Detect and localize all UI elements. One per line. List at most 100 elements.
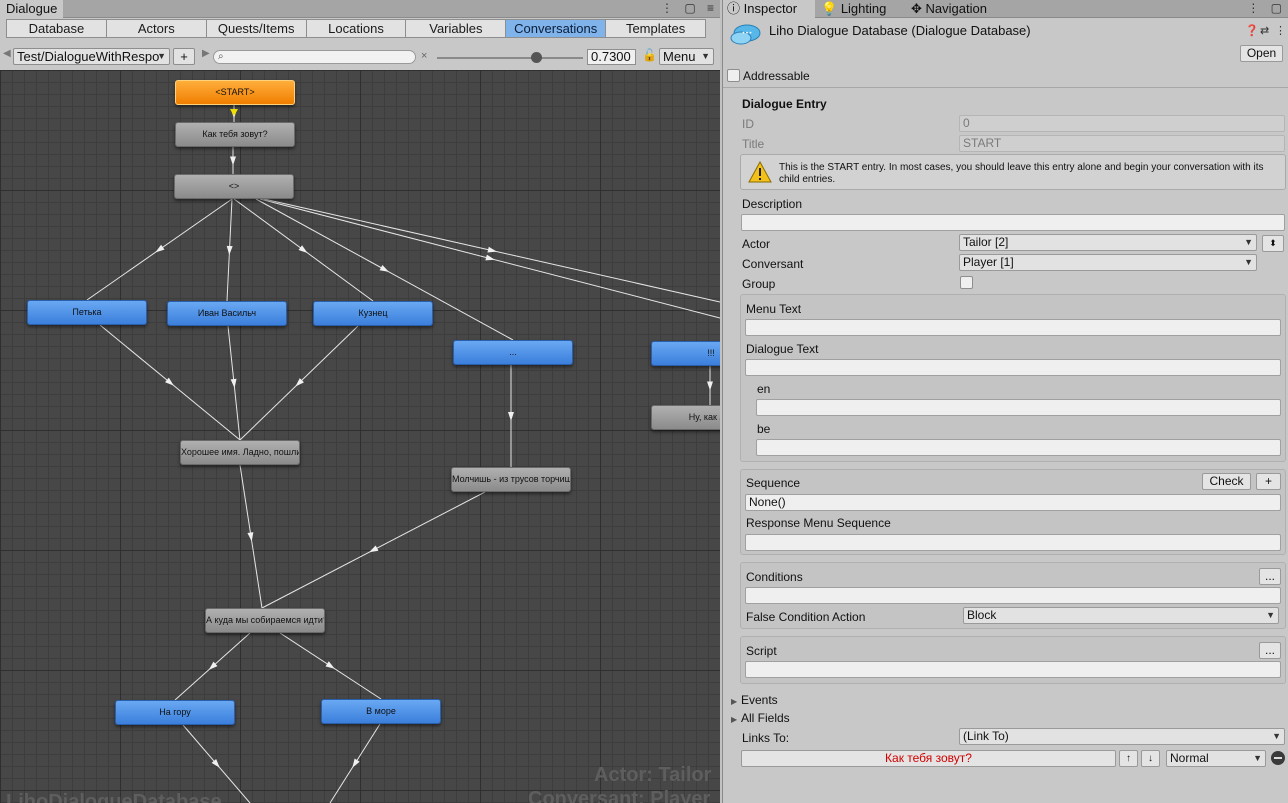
- node-ellipsis[interactable]: ...: [453, 340, 573, 365]
- group-label: Group: [742, 277, 776, 291]
- lang-be-field[interactable]: [756, 439, 1281, 456]
- tab-inspector-label: Inspector: [743, 1, 798, 16]
- tab-variables[interactable]: Variables: [406, 20, 507, 37]
- link-arrow-icon: [485, 254, 495, 261]
- node-sea[interactable]: В море: [321, 699, 441, 724]
- node-kuznets[interactable]: Кузнец: [313, 301, 433, 326]
- add-sequence-button[interactable]: +: [1256, 473, 1281, 490]
- node-group[interactable]: <>: [174, 174, 294, 199]
- inspector-tabbar: ⓘ Inspector 💡 Lighting ✥ Navigation ⋮ ▢: [723, 0, 1288, 18]
- lang-en-field[interactable]: [756, 399, 1281, 416]
- link-entry-button[interactable]: Как тебя зовут?: [741, 750, 1116, 767]
- zoom-field[interactable]: 0.7300: [587, 49, 636, 65]
- tab-database[interactable]: Database: [7, 20, 107, 37]
- node-start[interactable]: <START>: [175, 80, 295, 105]
- group-checkbox[interactable]: [960, 276, 973, 289]
- arrow-up-icon: ↑: [1126, 753, 1131, 764]
- updown-arrows-icon: ⬍: [1269, 238, 1277, 248]
- script-wizard-button[interactable]: ...: [1259, 642, 1281, 659]
- menu-dropdown[interactable]: Menu ▼: [659, 48, 714, 65]
- info-icon: ⓘ: [727, 1, 741, 16]
- inspector-window-controls[interactable]: ⋮ ▢: [1247, 1, 1286, 15]
- actor-swap-button[interactable]: ⬍: [1262, 235, 1284, 252]
- node-ask-name[interactable]: Как тебя зовут?: [175, 122, 295, 147]
- tab-lighting-label: Lighting: [840, 1, 887, 16]
- menu-text-label: Menu Text: [746, 302, 802, 316]
- tab-conversations[interactable]: Conversations: [506, 20, 607, 37]
- link-arrow-icon: [508, 411, 514, 421]
- lock-icon[interactable]: 🔓: [642, 48, 657, 62]
- tab-templates[interactable]: Templates: [606, 20, 706, 37]
- false-condition-action-label: False Condition Action: [746, 610, 866, 624]
- node-silent[interactable]: Молчишь - из трусов торчиш: [451, 467, 571, 492]
- dialogue-text-label: Dialogue Text: [746, 342, 819, 356]
- check-sequence-button[interactable]: Check: [1202, 473, 1251, 490]
- add-conversation-button[interactable]: +: [173, 48, 195, 65]
- start-entry-warning: This is the START entry. In most cases, …: [740, 154, 1286, 190]
- node-nu[interactable]: Ну, как зов: [651, 405, 720, 430]
- tab-lighting[interactable]: 💡 Lighting: [817, 0, 905, 18]
- link-priority-select[interactable]: Normal ▼: [1166, 750, 1266, 767]
- conditions-field[interactable]: [745, 587, 1281, 604]
- link-move-down-button[interactable]: ↓: [1141, 750, 1160, 767]
- links-to-label: Links To:: [742, 731, 790, 745]
- description-field[interactable]: [741, 214, 1285, 231]
- open-button[interactable]: Open: [1240, 45, 1283, 62]
- node-petka[interactable]: Петька: [27, 300, 147, 325]
- events-foldout[interactable]: ▶ Events: [731, 693, 778, 707]
- chevron-down-icon: ▼: [1266, 610, 1275, 620]
- tab-inspector[interactable]: ⓘ Inspector: [723, 0, 815, 18]
- node-graph-canvas[interactable]: <START> Как тебя зовут? <> Петька Иван В…: [0, 70, 720, 803]
- tab-navigation[interactable]: ✥ Navigation: [907, 0, 1007, 18]
- triangle-right-icon: ▶: [731, 715, 738, 724]
- settings-sliders-icon[interactable]: ⇄: [1260, 24, 1269, 37]
- node-good-name[interactable]: Хорошее имя. Ладно, пошли.: [180, 440, 300, 465]
- links-to-select[interactable]: (Link To) ▼: [959, 728, 1285, 745]
- tab-locations[interactable]: Locations: [306, 20, 407, 37]
- search-input[interactable]: ⌕: [213, 50, 416, 64]
- forward-arrow-icon[interactable]: ▶: [202, 48, 210, 59]
- tab-actors[interactable]: Actors: [106, 20, 207, 37]
- node-exclaim[interactable]: !!!: [651, 341, 720, 366]
- link-priority-value: Normal: [1170, 751, 1209, 765]
- conversant-select-value: Player [1]: [963, 255, 1014, 269]
- panel-window-controls[interactable]: ⋮ ▢ ≡: [661, 1, 718, 15]
- actor-select-value: Tailor [2]: [963, 235, 1009, 249]
- node-mountain[interactable]: На гору: [115, 700, 235, 725]
- script-field[interactable]: [745, 661, 1281, 678]
- back-arrow-icon[interactable]: ◀: [3, 48, 11, 59]
- conditions-label: Conditions: [746, 570, 803, 584]
- title-field: START: [959, 135, 1285, 152]
- addressable-label: Addressable: [743, 69, 810, 83]
- actor-select[interactable]: Tailor [2] ▼: [959, 234, 1257, 251]
- script-label: Script: [746, 644, 777, 658]
- response-menu-sequence-label: Response Menu Sequence: [746, 516, 891, 530]
- remove-link-icon[interactable]: [1271, 751, 1285, 765]
- node-where[interactable]: А куда мы собираемся идти?: [205, 608, 325, 633]
- conversant-select[interactable]: Player [1] ▼: [959, 254, 1257, 271]
- conversation-dropdown[interactable]: Test/DialogueWithRespo ▼: [13, 48, 170, 65]
- menu-text-field[interactable]: [745, 319, 1281, 336]
- node-ivan[interactable]: Иван Васильч: [167, 301, 287, 326]
- conditions-wizard-button[interactable]: ...: [1259, 568, 1281, 585]
- link-move-up-button[interactable]: ↑: [1119, 750, 1138, 767]
- zoom-slider[interactable]: [437, 57, 583, 59]
- zoom-slider-handle[interactable]: [531, 52, 543, 63]
- addressable-checkbox[interactable]: [727, 69, 740, 82]
- dialogue-window-tab[interactable]: Dialogue: [0, 0, 64, 18]
- help-icon[interactable]: ❓: [1245, 24, 1259, 37]
- description-label: Description: [742, 197, 803, 211]
- dialogue-text-field[interactable]: [745, 359, 1281, 376]
- all-fields-foldout[interactable]: ▶ All Fields: [731, 711, 790, 725]
- sequence-field[interactable]: None(): [745, 494, 1281, 511]
- chevron-down-icon: ▼: [1272, 731, 1281, 741]
- conversation-toolbar: ◀ Test/DialogueWithRespo ▼ + ▶ ⌕ × 0.730…: [0, 47, 720, 67]
- link-arrow-icon: [155, 244, 165, 253]
- false-condition-action-select[interactable]: Block ▼: [963, 607, 1279, 624]
- tab-quests-items[interactable]: Quests/Items: [206, 20, 307, 37]
- triangle-right-icon: ▶: [731, 697, 738, 706]
- link-arrow-icon: [379, 264, 389, 272]
- more-options-icon[interactable]: ⋮: [1275, 24, 1286, 37]
- response-menu-sequence-field[interactable]: [745, 534, 1281, 551]
- search-clear-icon[interactable]: ×: [421, 50, 427, 62]
